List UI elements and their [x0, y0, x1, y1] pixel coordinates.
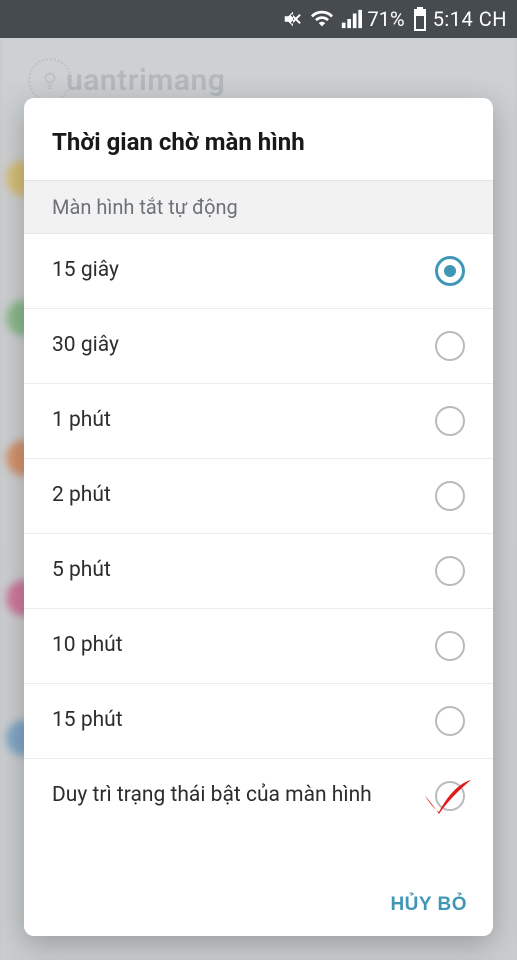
radio-icon[interactable]	[435, 331, 465, 361]
radio-icon[interactable]	[435, 631, 465, 661]
options-list: 15 giây 30 giây 1 phút 2 phút 5 phút 10 phút 1…	[24, 234, 493, 876]
radio-icon[interactable]	[435, 556, 465, 586]
watermark: uantrimang	[28, 58, 225, 102]
option-label: 2 phút	[52, 482, 167, 509]
option-label: 15 phút	[52, 707, 179, 734]
dialog-title: Thời gian chờ màn hình	[24, 98, 493, 180]
watermark-text: uantrimang	[66, 63, 225, 98]
option-label: 15 giây	[52, 257, 175, 284]
option-row[interactable]: 10 phút	[24, 609, 493, 684]
option-row[interactable]: 2 phút	[24, 459, 493, 534]
mute-icon	[282, 8, 304, 30]
dialog-footer: HỦY BỎ	[24, 876, 493, 936]
radio-icon[interactable]	[435, 256, 465, 286]
radio-icon[interactable]	[435, 781, 465, 811]
radio-icon[interactable]	[435, 481, 465, 511]
battery-icon	[413, 7, 427, 31]
option-row[interactable]: 30 giây	[24, 309, 493, 384]
wifi-icon	[310, 8, 334, 30]
option-row[interactable]: 15 giây	[24, 234, 493, 309]
option-label: Duy trì trạng thái bật của màn hình	[52, 782, 428, 809]
option-label: 30 giây	[52, 332, 175, 359]
radio-icon[interactable]	[435, 406, 465, 436]
option-row[interactable]: Duy trì trạng thái bật của màn hình	[24, 759, 493, 833]
signal-icon	[340, 8, 362, 30]
section-header: Màn hình tắt tự động	[24, 180, 493, 234]
radio-icon[interactable]	[435, 706, 465, 736]
option-row[interactable]: 1 phút	[24, 384, 493, 459]
battery-percentage: 71%	[368, 7, 405, 31]
clock-text: 5:14 CH	[433, 7, 507, 31]
option-row[interactable]: 15 phút	[24, 684, 493, 759]
option-label: 10 phút	[52, 632, 179, 659]
option-label: 5 phút	[52, 557, 167, 584]
status-bar: 71% 5:14 CH	[0, 0, 517, 38]
screen-timeout-dialog: Thời gian chờ màn hình Màn hình tắt tự đ…	[24, 98, 493, 936]
cancel-button[interactable]: HỦY BỎ	[390, 894, 467, 916]
option-label: 1 phút	[52, 407, 167, 434]
option-row[interactable]: 5 phút	[24, 534, 493, 609]
